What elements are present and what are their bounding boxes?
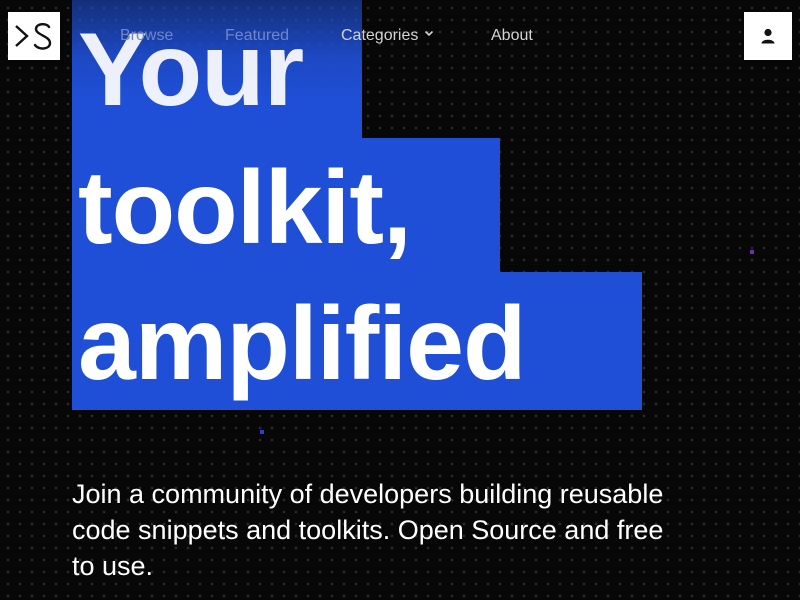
nav-item-featured[interactable]: Featured bbox=[225, 22, 289, 50]
user-icon bbox=[761, 28, 775, 44]
decorative-dot-purple bbox=[750, 250, 754, 254]
account-button[interactable] bbox=[744, 12, 792, 60]
hero-title-line-2: toolkit, bbox=[78, 150, 412, 266]
hero-title-line-3: amplified bbox=[78, 286, 527, 402]
nav-item-about[interactable]: About bbox=[491, 22, 533, 50]
logo-mark-icon bbox=[15, 23, 52, 50]
nav-item-browse[interactable]: Browse bbox=[120, 22, 173, 50]
hero-subtitle: Join a community of developers building … bbox=[72, 479, 664, 581]
nav-item-categories[interactable]: Categories bbox=[341, 22, 434, 50]
landing-page: Your toolkit, amplified Browse Featured … bbox=[0, 0, 800, 600]
decorative-dot-blue bbox=[260, 430, 264, 434]
nav-item-categories-label: Categories bbox=[341, 27, 419, 44]
site-logo[interactable] bbox=[8, 12, 60, 60]
chevron-down-icon bbox=[425, 31, 434, 37]
